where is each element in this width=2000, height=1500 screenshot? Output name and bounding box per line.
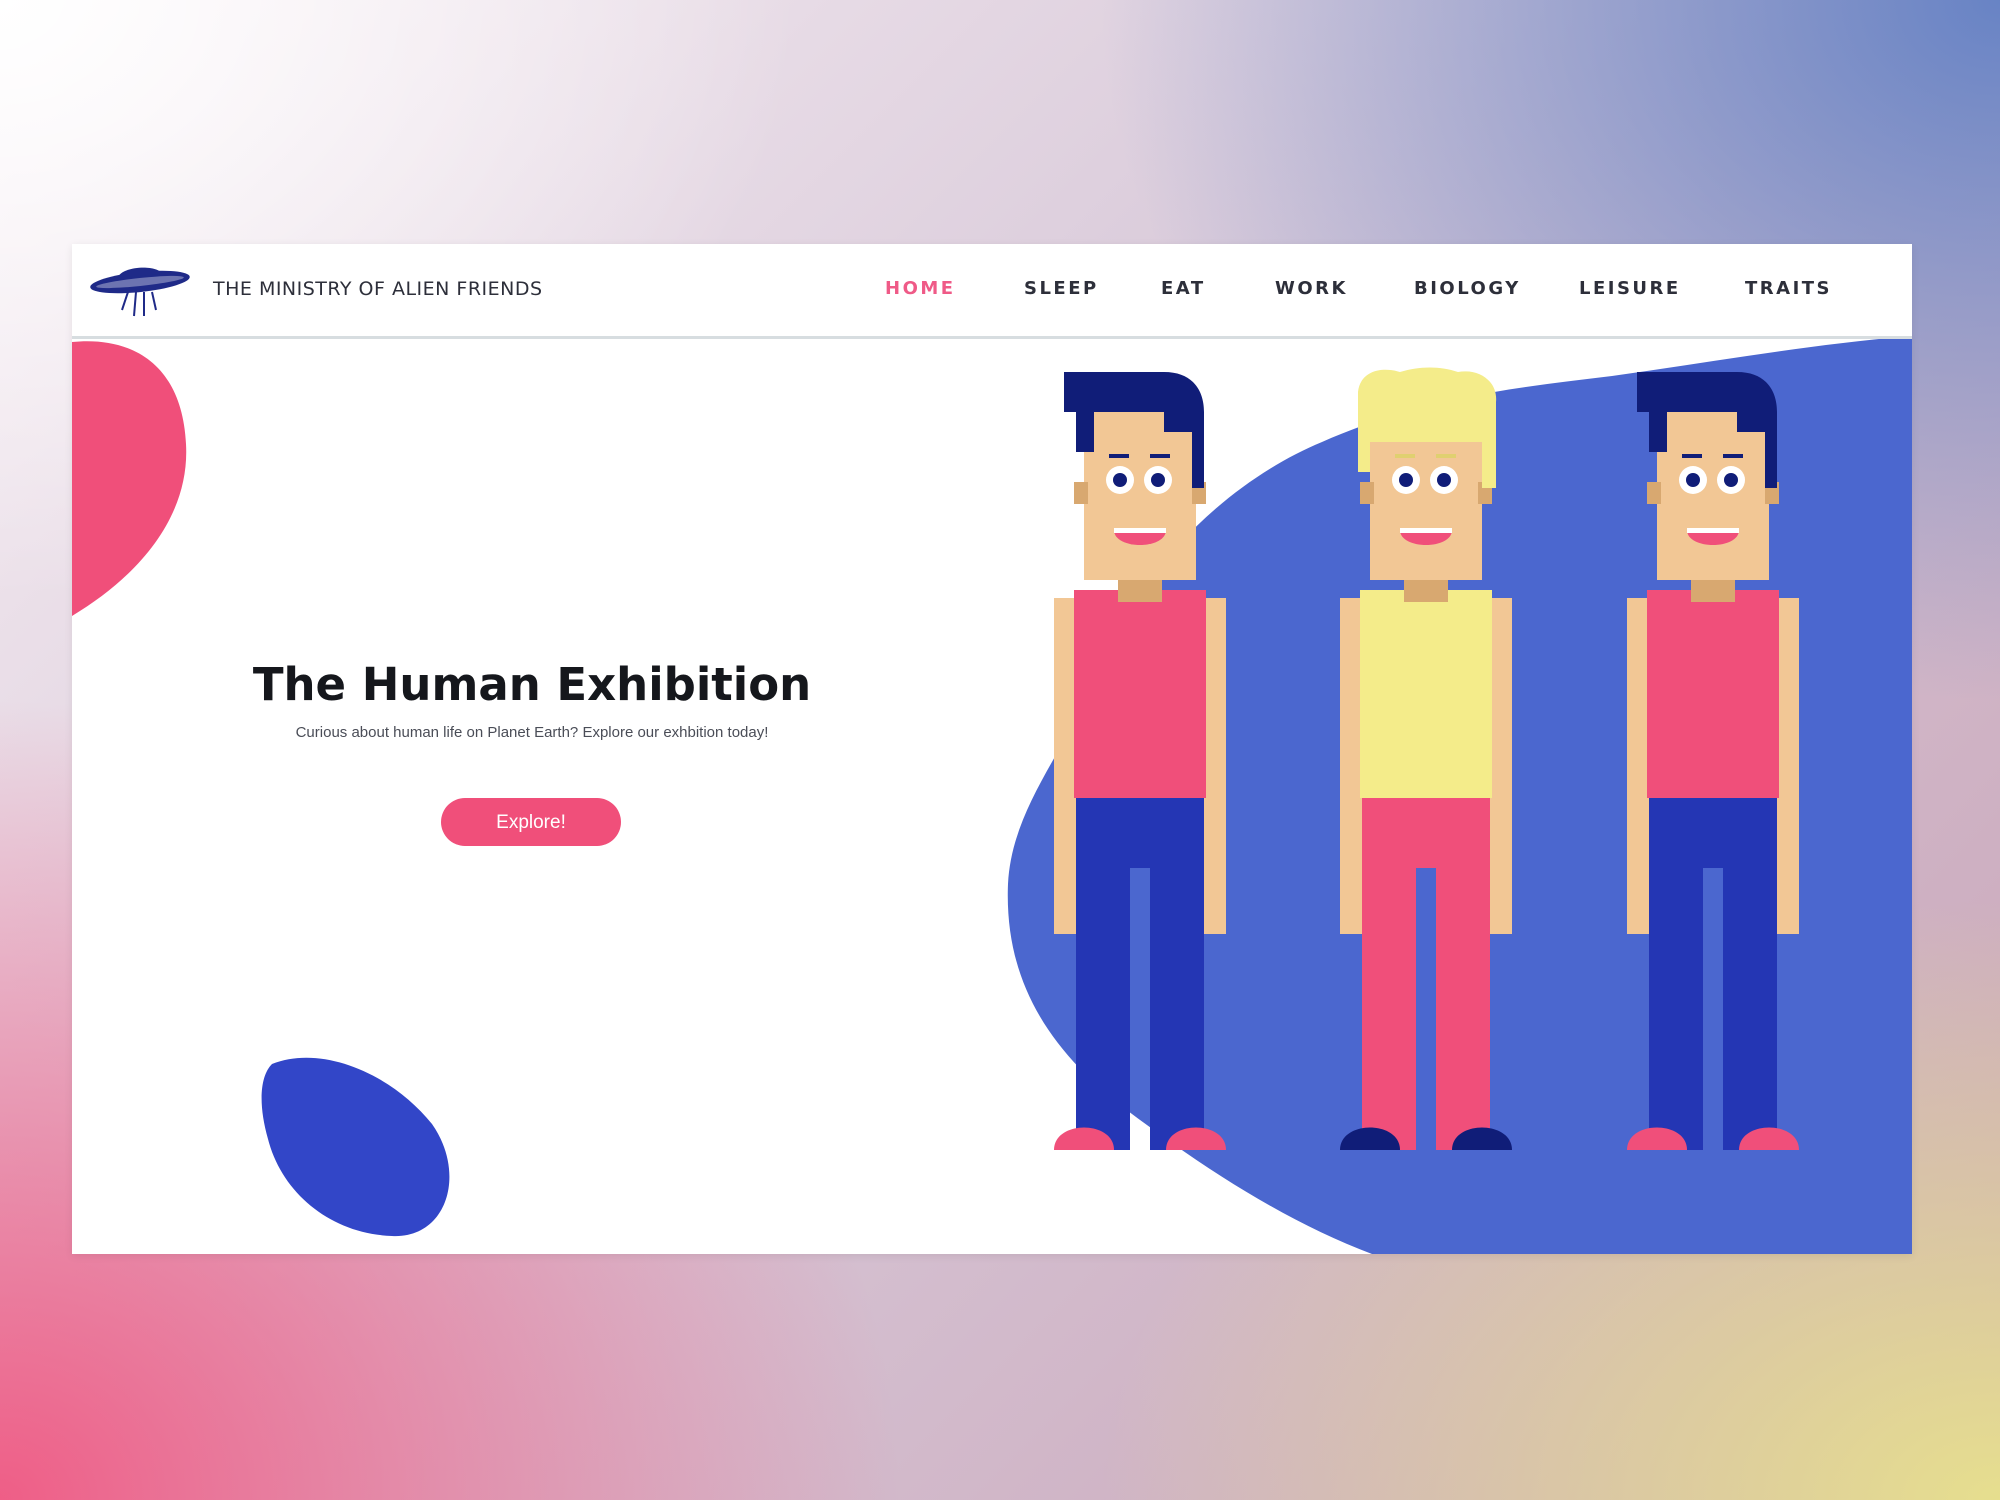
nav-menu: HOME SLEEP EAT WORK BIOLOGY LEISURE TRAI… — [72, 278, 1912, 308]
small-blue-blob — [261, 1057, 450, 1237]
nav-item-home[interactable]: HOME — [885, 278, 956, 299]
nav-item-traits[interactable]: TRAITS — [1745, 278, 1832, 299]
top-nav-bar: THE MINISTRY OF ALIEN FRIENDS HOME SLEEP… — [72, 244, 1912, 339]
explore-button[interactable]: Explore! — [441, 798, 621, 846]
hero-title: The Human Exhibition — [252, 658, 812, 711]
nav-item-eat[interactable]: EAT — [1161, 278, 1206, 299]
nav-item-work[interactable]: WORK — [1275, 278, 1348, 299]
pink-blob — [72, 341, 187, 616]
hero-illustration — [72, 336, 1912, 1254]
nav-item-leisure[interactable]: LEISURE — [1579, 278, 1681, 299]
nav-item-sleep[interactable]: SLEEP — [1024, 278, 1099, 299]
nav-item-biology[interactable]: BIOLOGY — [1414, 278, 1521, 299]
web-page: THE MINISTRY OF ALIEN FRIENDS HOME SLEEP… — [72, 244, 1912, 1254]
hero-subtitle: Curious about human life on Planet Earth… — [295, 724, 769, 741]
